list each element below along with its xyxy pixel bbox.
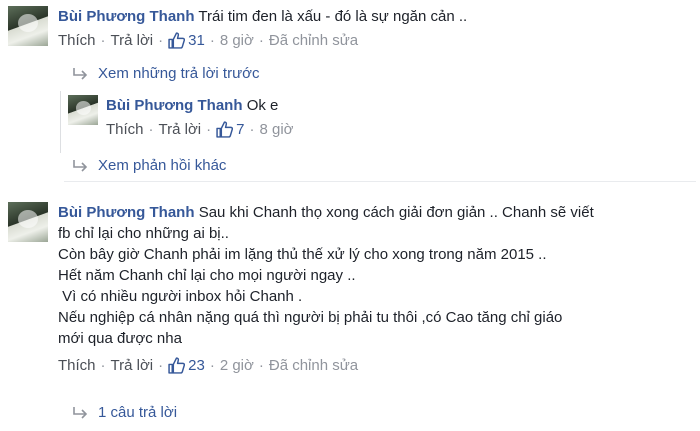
separator: ·	[158, 32, 164, 49]
timestamp[interactable]: 2 giờ	[220, 355, 254, 376]
separator: ·	[100, 32, 106, 49]
comment-text-line: fb chỉ lại cho những ai bị..	[58, 225, 229, 242]
separator: ·	[258, 32, 264, 49]
comment-2: Bùi Phương Thanh Sau khi Chanh thọ xong …	[8, 202, 692, 376]
like-link[interactable]: Thích	[58, 355, 96, 376]
comment-author[interactable]: Bùi Phương Thanh	[106, 97, 243, 114]
comment-author[interactable]: Bùi Phương Thanh	[58, 204, 195, 221]
separator: ·	[206, 121, 212, 138]
like-count[interactable]: 31	[188, 30, 205, 51]
reply-link[interactable]: Trả lời	[111, 355, 154, 376]
thumbs-up-icon[interactable]	[168, 357, 186, 374]
reply-arrow-icon	[73, 407, 88, 419]
comment-text-line: Sau khi Chanh thọ xong cách giải đơn giả…	[198, 204, 594, 221]
thumbs-up-icon[interactable]	[216, 121, 234, 138]
reply-link[interactable]: Trả lời	[159, 119, 202, 140]
like-link[interactable]: Thích	[58, 30, 96, 51]
view-more-replies-link[interactable]: Xem phản hồi khác	[72, 156, 226, 176]
comment-actions: Thích · Trả lời · 7 · 8 giờ	[106, 119, 692, 140]
separator: ·	[209, 357, 215, 374]
timestamp[interactable]: 8 giờ	[259, 119, 293, 140]
reply-count-link[interactable]: 1 câu trả lời	[72, 403, 177, 423]
like-count[interactable]: 7	[236, 119, 244, 140]
comment-text-line: Nếu nghiệp cá nhân nặng quá thì người bị…	[58, 309, 563, 326]
view-more-replies-label: Xem phản hồi khác	[98, 157, 227, 174]
like-count[interactable]: 23	[188, 355, 205, 376]
separator: ·	[258, 357, 264, 374]
comment-text-line: mới qua được nha	[58, 330, 182, 347]
separator: ·	[148, 121, 154, 138]
reply-count-label: 1 câu trả lời	[98, 404, 178, 421]
reply-arrow-icon	[73, 68, 88, 80]
view-previous-replies-link[interactable]: Xem những trả lời trước	[72, 64, 259, 84]
avatar[interactable]	[68, 95, 98, 125]
separator: ·	[158, 357, 164, 374]
comment-text-line: Vì có nhiều người inbox hỏi Chanh .	[58, 288, 303, 305]
reply-arrow-icon	[73, 160, 88, 172]
reply-link[interactable]: Trả lời	[111, 30, 154, 51]
comment-text: Trái tim đen là xấu - đó là sự ngăn cản …	[198, 8, 468, 25]
comment-text-line: Còn bây giờ Chanh phải im lặng thủ thế x…	[58, 246, 547, 263]
separator: ·	[100, 357, 106, 374]
reply-comment: Bùi Phương Thanh Ok e Thích · Trả lời · …	[68, 95, 692, 140]
comment-actions: Thích · Trả lời · 31 · 8 giờ · Đã chỉnh …	[58, 30, 692, 51]
comment-1: Bùi Phương Thanh Trái tim đen là xấu - đ…	[8, 6, 692, 51]
comment-text: Ok e	[246, 97, 279, 114]
comment-text-line: Hết năm Chanh chỉ lại cho mọi người ngay…	[58, 267, 356, 284]
comment-actions: Thích · Trả lời · 23 · 2 giờ · Đã chỉnh …	[58, 355, 692, 376]
separator: ·	[209, 32, 215, 49]
edited-label[interactable]: Đã chỉnh sửa	[269, 30, 358, 51]
view-previous-replies-label: Xem những trả lời trước	[98, 65, 260, 82]
like-link[interactable]: Thích	[106, 119, 144, 140]
avatar[interactable]	[8, 6, 48, 46]
reply-thread-line	[60, 91, 61, 153]
timestamp[interactable]: 8 giờ	[220, 30, 254, 51]
edited-label[interactable]: Đã chỉnh sửa	[269, 355, 358, 376]
avatar[interactable]	[8, 202, 48, 242]
comment-author[interactable]: Bùi Phương Thanh	[58, 8, 195, 25]
divider	[64, 181, 696, 182]
separator: ·	[249, 121, 255, 138]
thumbs-up-icon[interactable]	[168, 32, 186, 49]
